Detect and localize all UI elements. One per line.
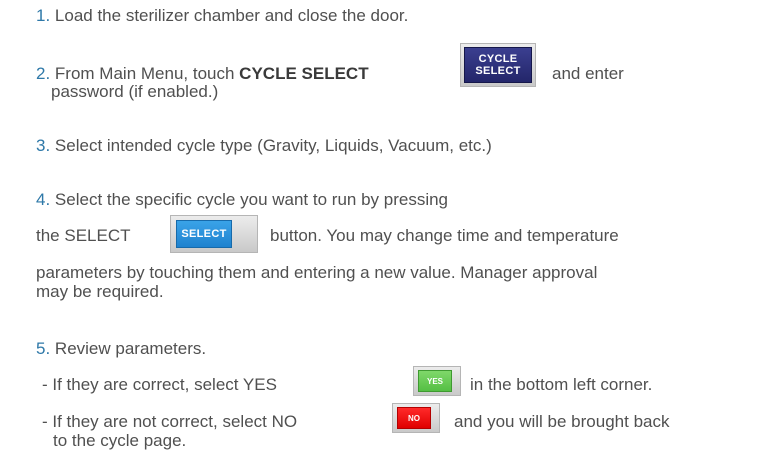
step-4-text-pre2: the SELECT xyxy=(36,226,131,245)
step-1: 1. Load the sterilizer chamber and close… xyxy=(36,5,408,26)
step-4-text: Select the specific cycle you want to ru… xyxy=(54,190,449,209)
step-2-number: 2. xyxy=(36,64,51,83)
select-button-label: SELECT xyxy=(181,228,227,240)
cycle-select-button-line2: SELECT xyxy=(475,65,521,77)
no-button[interactable]: NO xyxy=(397,407,431,429)
step-4-number: 4. xyxy=(36,190,51,209)
cycle-select-button-line1: CYCLE xyxy=(478,53,518,65)
yes-substep-pre: - If they are correct, select YES xyxy=(42,375,277,394)
select-button[interactable]: SELECT xyxy=(176,220,232,248)
yes-substep-post: in the bottom left corner. xyxy=(470,375,653,394)
step-2-text-post: and enter xyxy=(552,64,624,83)
yes-button-label: YES xyxy=(426,376,443,386)
step-5-number: 5. xyxy=(36,339,51,358)
no-substep-line2: to the cycle page. xyxy=(53,431,187,450)
no-button-label: NO xyxy=(408,413,420,423)
step-4-text-post2: button. You may change time and temperat… xyxy=(270,226,619,245)
no-substep-post: and you will be brought back xyxy=(454,412,670,431)
step-1-number: 1. xyxy=(36,6,51,25)
yes-button[interactable]: YES xyxy=(418,370,452,392)
step-5-text: Review parameters. xyxy=(54,339,207,358)
step-4: 4. Select the specific cycle you want to… xyxy=(36,189,448,210)
step-3: 3. Select intended cycle type (Gravity, … xyxy=(36,135,492,156)
step-3-number: 3. xyxy=(36,136,51,155)
step-3-text: Select intended cycle type (Gravity, Liq… xyxy=(54,136,492,155)
step-2-text-bold: CYCLE SELECT xyxy=(239,64,369,83)
step-4-text-line4: may be required. xyxy=(36,282,164,301)
step-2-text-line2: password (if enabled.) xyxy=(51,82,219,101)
no-substep-pre: - If they are not correct, select NO xyxy=(42,412,298,431)
step-5: 5. Review parameters. xyxy=(36,338,206,359)
step-1-text: Load the sterilizer chamber and close th… xyxy=(54,6,409,25)
step-4-text-line3: parameters by touching them and entering… xyxy=(36,263,598,282)
cycle-select-button[interactable]: CYCLE SELECT xyxy=(464,47,532,83)
